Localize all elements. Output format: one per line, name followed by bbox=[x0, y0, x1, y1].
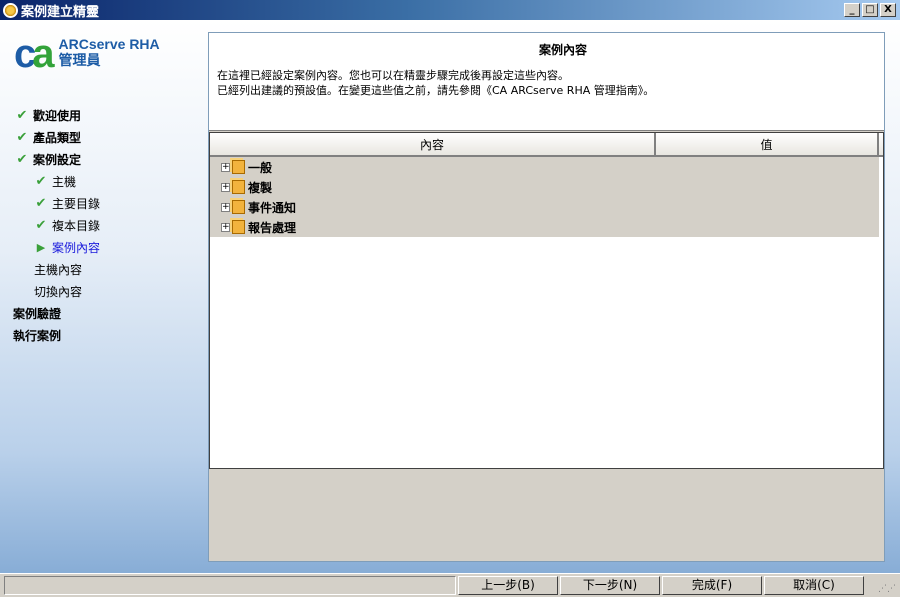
step-label: 主要目錄 bbox=[52, 196, 101, 211]
property-group-icon bbox=[232, 160, 245, 174]
property-group-row[interactable]: + 事件通知 bbox=[210, 197, 879, 217]
close-button[interactable]: X bbox=[880, 3, 896, 17]
status-bar bbox=[4, 576, 456, 595]
check-icon: ✔ bbox=[16, 151, 28, 167]
step-item: ✔ 歡迎使用 bbox=[0, 104, 205, 126]
expand-icon[interactable]: + bbox=[221, 222, 230, 232]
maximize-button[interactable]: □ bbox=[862, 3, 878, 17]
column-header-value[interactable]: 值 bbox=[656, 133, 879, 155]
expand-icon[interactable]: + bbox=[221, 202, 230, 212]
expand-icon[interactable]: + bbox=[221, 182, 230, 192]
step-label: 主機內容 bbox=[34, 262, 83, 277]
column-header-property[interactable]: 內容 bbox=[210, 133, 656, 155]
logo: ca ARCserve RHA 管理員 bbox=[14, 32, 160, 76]
app-icon bbox=[3, 2, 18, 18]
ca-logo-mark: ca bbox=[14, 32, 55, 76]
property-group-row[interactable]: + 一般 bbox=[210, 157, 879, 177]
step-label: 案例驗證 bbox=[13, 306, 62, 321]
resize-grip[interactable]: ⋰⋰ bbox=[878, 584, 896, 594]
property-group-label: 事件通知 bbox=[248, 200, 297, 215]
title-bar: 案例建立精靈 _ □ X bbox=[0, 0, 900, 20]
expand-icon[interactable]: + bbox=[221, 162, 230, 172]
step-item: ✔ 產品類型 bbox=[0, 126, 205, 148]
product-name: ARCserve RHA bbox=[58, 36, 160, 52]
step-label: 複本目錄 bbox=[52, 218, 101, 233]
page-title: 案例內容 bbox=[539, 43, 588, 57]
next-button[interactable]: 下一步(N) bbox=[560, 576, 660, 595]
properties-grid: 內容 值 + 一般 + 複製 + 事件通知 + 報告處理 bbox=[209, 132, 884, 469]
step-item: ✔ 複本目錄 bbox=[0, 214, 205, 236]
description-line-2: 已經列出建議的預設值。在變更這些值之前，請先參閱《CA ARCserve RHA… bbox=[217, 84, 655, 97]
window-title: 案例建立精靈 bbox=[21, 4, 100, 20]
page-header: 案例內容 在這裡已經設定案例內容。您也可以在精靈步驟完成後再設定這些內容。 已經… bbox=[209, 33, 884, 131]
step-item: ✔ 主機 bbox=[0, 170, 205, 192]
wizard-steps: ✔ 歡迎使用 ✔ 產品類型 ✔ 案例設定 ✔ 主機 ✔ 主要目錄 ✔ 複本目錄 ▶ 案例內容主機內容切換內… bbox=[0, 104, 205, 346]
property-group-row[interactable]: + 複製 bbox=[210, 177, 879, 197]
step-label: 執行案例 bbox=[13, 328, 62, 343]
step-label: 產品類型 bbox=[33, 130, 82, 145]
step-label: 歡迎使用 bbox=[33, 108, 82, 123]
property-group-label: 一般 bbox=[248, 160, 273, 175]
check-icon: ✔ bbox=[35, 217, 47, 233]
step-item: ▶ 案例內容 bbox=[0, 236, 205, 258]
step-item: ✔ 案例設定 bbox=[0, 148, 205, 170]
button-bar: 上一步(B) 下一步(N) 完成(F) 取消(C) ⋰⋰ bbox=[0, 573, 900, 597]
content-panel: 案例內容 在這裡已經設定案例內容。您也可以在精靈步驟完成後再設定這些內容。 已經… bbox=[208, 32, 885, 562]
step-item: 主機內容 bbox=[0, 258, 205, 280]
cancel-button[interactable]: 取消(C) bbox=[764, 576, 864, 595]
property-group-label: 複製 bbox=[248, 180, 273, 195]
minimize-button[interactable]: _ bbox=[844, 3, 860, 17]
property-group-label: 報告處理 bbox=[248, 220, 297, 235]
step-label: 切換內容 bbox=[34, 284, 83, 299]
check-icon: ✔ bbox=[35, 195, 47, 211]
back-button[interactable]: 上一步(B) bbox=[458, 576, 558, 595]
step-item: ✔ 主要目錄 bbox=[0, 192, 205, 214]
wizard-body: ca ARCserve RHA 管理員 ✔ 歡迎使用 ✔ 產品類型 ✔ 案例設定 ✔ 主機 ✔ 主要… bbox=[0, 20, 900, 597]
step-item: 切換內容 bbox=[0, 280, 205, 302]
description-line-1: 在這裡已經設定案例內容。您也可以在精靈步驟完成後再設定這些內容。 bbox=[217, 69, 569, 82]
property-group-icon bbox=[232, 220, 245, 234]
check-icon: ✔ bbox=[35, 173, 47, 189]
step-item: 執行案例 bbox=[0, 324, 205, 346]
property-group-icon bbox=[232, 200, 245, 214]
finish-button[interactable]: 完成(F) bbox=[662, 576, 762, 595]
step-label: 案例設定 bbox=[33, 152, 82, 167]
step-item: 案例驗證 bbox=[0, 302, 205, 324]
check-icon: ✔ bbox=[16, 129, 28, 145]
step-label: 案例內容 bbox=[52, 240, 101, 255]
property-group-row[interactable]: + 報告處理 bbox=[210, 217, 879, 237]
property-group-icon bbox=[232, 180, 245, 194]
current-arrow-icon: ▶ bbox=[36, 240, 46, 254]
product-subtitle: 管理員 bbox=[58, 52, 101, 68]
step-label: 主機 bbox=[52, 174, 77, 189]
check-icon: ✔ bbox=[16, 107, 28, 123]
